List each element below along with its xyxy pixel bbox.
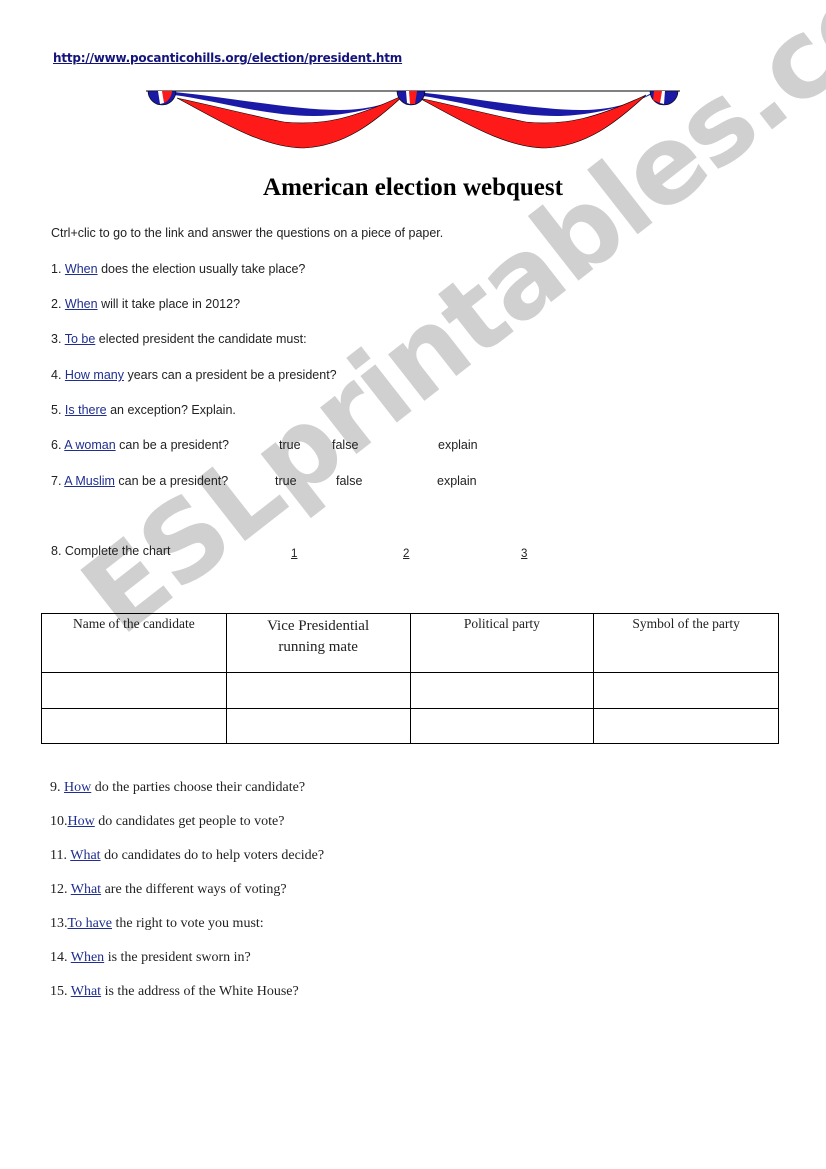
- question-11: 11. What do candidates do to help voters…: [50, 848, 324, 864]
- instructions: Ctrl+clic to go to the link and answer t…: [51, 226, 444, 240]
- question-4: 4. How many years can a president be a p…: [51, 368, 337, 382]
- question-number: 14.: [50, 950, 68, 965]
- question-link[interactable]: When: [65, 262, 98, 276]
- question-link[interactable]: How: [68, 814, 95, 829]
- chart-link-1[interactable]: 1: [291, 548, 297, 560]
- question-text: an exception? Explain.: [110, 403, 236, 417]
- question-link[interactable]: To have: [68, 916, 113, 931]
- table-cell[interactable]: [41, 708, 227, 744]
- chart-link-3[interactable]: 3: [521, 548, 527, 560]
- question-2: 2. When will it take place in 2012?: [51, 297, 240, 311]
- question-link[interactable]: What: [70, 848, 100, 863]
- option-false: false: [336, 474, 363, 488]
- option-true: true: [275, 474, 297, 488]
- question-number: 3.: [51, 332, 62, 346]
- question-link[interactable]: When: [71, 950, 104, 965]
- question-text: elected president the candidate must:: [98, 332, 307, 346]
- option-explain: explain: [437, 474, 477, 488]
- question-text: is the president sworn in?: [107, 950, 251, 965]
- header-political-party: Political party: [409, 613, 595, 673]
- question-5: 5. Is there an exception? Explain.: [51, 403, 236, 417]
- question-text: do candidates do to help voters decide?: [104, 848, 325, 863]
- question-text: can be a president?: [118, 474, 229, 488]
- question-link[interactable]: A woman: [64, 438, 115, 452]
- question-text: is the address of the White House?: [104, 984, 299, 999]
- question-link[interactable]: How many: [65, 368, 124, 382]
- chart-header-row: Name of the candidate Vice Presidential r…: [41, 613, 779, 673]
- table-cell[interactable]: [225, 672, 411, 709]
- source-link[interactable]: http://www.pocanticohills.org/election/p…: [53, 51, 402, 65]
- question-number: 12.: [50, 882, 68, 897]
- question-link[interactable]: A Muslim: [64, 474, 115, 488]
- question-text: does the election usually take place?: [101, 262, 306, 276]
- question-text: do the parties choose their candidate?: [94, 780, 306, 795]
- question-text: the right to vote you must:: [115, 916, 264, 931]
- question-14: 14. When is the president sworn in?: [50, 950, 251, 966]
- table-row: [41, 672, 779, 709]
- question-number: 2.: [51, 297, 62, 311]
- header-running-mate: Vice Presidential running mate: [225, 613, 411, 673]
- question-number: 15.: [50, 984, 68, 999]
- table-cell[interactable]: [593, 672, 779, 709]
- question-link[interactable]: To be: [65, 332, 96, 346]
- question-number: 13.: [50, 916, 68, 931]
- question-text: are the different ways of voting?: [104, 882, 287, 897]
- question-number: 11.: [50, 848, 67, 863]
- question-13: 13.To have the right to vote you must:: [50, 916, 264, 932]
- question-7: 7. A Muslim can be a president?: [51, 474, 228, 488]
- table-cell[interactable]: [225, 708, 411, 744]
- question-number: 1.: [51, 262, 62, 276]
- question-number: 7.: [51, 474, 62, 488]
- question-15: 15. What is the address of the White Hou…: [50, 984, 299, 1000]
- table-row: [41, 708, 779, 744]
- question-text: years can a president be a president?: [127, 368, 337, 382]
- question-link[interactable]: How: [64, 780, 91, 795]
- question-link[interactable]: What: [71, 984, 101, 999]
- bunting-decoration: [146, 90, 680, 149]
- page-title: American election webquest: [263, 174, 563, 201]
- question-text: can be a president?: [119, 438, 229, 452]
- question-link[interactable]: What: [71, 882, 101, 897]
- question-number: 6.: [51, 438, 62, 452]
- question-1: 1. When does the election usually take p…: [51, 262, 305, 276]
- question-text: do candidates get people to vote?: [98, 814, 285, 829]
- question-12: 12. What are the different ways of votin…: [50, 882, 287, 898]
- option-true: true: [279, 438, 301, 452]
- header-candidate: Name of the candidate: [41, 613, 227, 673]
- question-number: 4.: [51, 368, 62, 382]
- question-8: 8. Complete the chart: [51, 544, 171, 558]
- question-number: 10.: [50, 814, 68, 829]
- question-3: 3. To be elected president the candidate…: [51, 332, 307, 346]
- header-party-symbol: Symbol of the party: [593, 613, 779, 673]
- question-number: 5.: [51, 403, 62, 417]
- question-9: 9. How do the parties choose their candi…: [50, 780, 305, 796]
- table-cell[interactable]: [41, 672, 227, 709]
- option-false: false: [332, 438, 359, 452]
- question-text: will it take place in 2012?: [101, 297, 241, 311]
- option-explain: explain: [438, 438, 478, 452]
- table-cell[interactable]: [409, 708, 595, 744]
- question-link[interactable]: When: [65, 297, 98, 311]
- question-link[interactable]: Is there: [65, 403, 107, 417]
- table-cell[interactable]: [409, 672, 595, 709]
- question-6: 6. A woman can be a president?: [51, 438, 229, 452]
- question-number: 9.: [50, 780, 61, 795]
- chart-link-2[interactable]: 2: [403, 548, 409, 560]
- table-cell[interactable]: [593, 708, 779, 744]
- question-10: 10.How do candidates get people to vote?: [50, 814, 284, 830]
- candidate-chart: Name of the candidate Vice Presidential r…: [41, 613, 779, 744]
